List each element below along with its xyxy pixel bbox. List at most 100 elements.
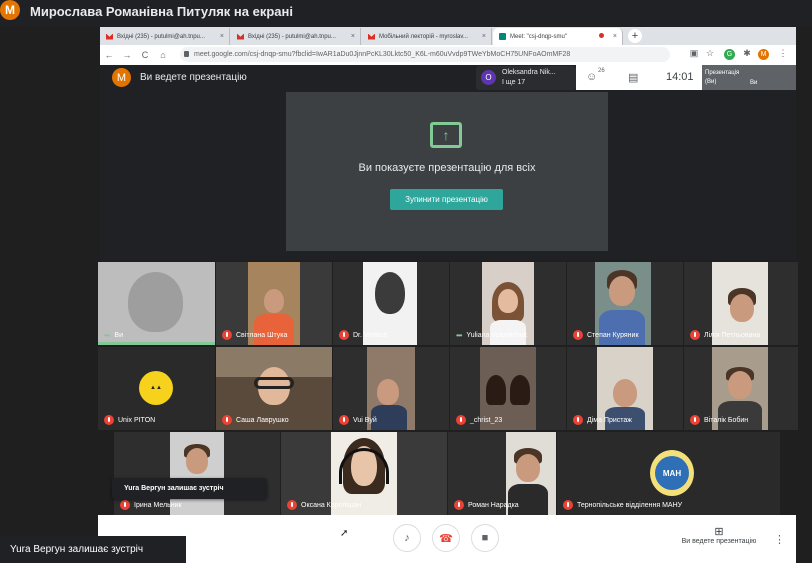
call-controls-bar: ♪ ☎ ■ ⊞ Ви ведете презентацію ⋮: [98, 515, 796, 563]
participant-name: Ви: [114, 332, 123, 339]
lock-icon: [184, 51, 189, 57]
participant-tile[interactable]: ••• Ви: [98, 262, 215, 345]
tab-gmail-1[interactable]: Вхідні (235) - putulmi@ah.tnpu... ×: [100, 28, 230, 45]
close-tab-icon[interactable]: ×: [613, 33, 617, 40]
gmail-icon: [106, 33, 113, 40]
microphone-button[interactable]: ♪: [393, 524, 421, 552]
recording-icon: [599, 33, 604, 38]
stop-presenting-button[interactable]: Зупинити презентацію: [390, 189, 503, 210]
participant-name: Світлана Штука: [236, 331, 288, 339]
participant-name: Степан Куряник: [587, 331, 639, 339]
close-tab-icon[interactable]: ×: [220, 33, 224, 40]
meet-icon: [499, 33, 506, 40]
close-tab-icon[interactable]: ×: [351, 33, 355, 40]
url-bar[interactable]: meet.google.com/csj-dnqp-smu?fbclid=IwAR…: [180, 47, 670, 62]
presentation-card: ↑ Ви показуєте презентацію для всіх Зупи…: [286, 92, 608, 251]
leave-notification: Yura Вергун залишає зустріч: [112, 478, 267, 499]
profile-icon[interactable]: M: [758, 49, 769, 60]
gmail-icon: [237, 33, 244, 40]
participant-name: _christ_23: [470, 416, 503, 424]
participant-tile[interactable]: Діма Пристаж: [567, 347, 683, 430]
participant-name: Роман Нарадка: [468, 501, 519, 509]
present-screen-icon: ↑: [430, 122, 462, 148]
leave-call-button[interactable]: ☎: [432, 524, 460, 552]
participant-tile[interactable]: Саша Лаврушко: [216, 347, 332, 430]
more-options-icon[interactable]: ⋮: [774, 533, 785, 546]
puzzle-icon[interactable]: ✱: [738, 48, 756, 59]
mic-off-icon: [573, 415, 583, 425]
participant-name: Оксана Коропішан: [301, 501, 362, 509]
thumb-label-you: (Ви): [705, 79, 717, 85]
participant-tile[interactable]: Ірина Мельник: [114, 432, 280, 515]
participant-name: Yuliana Voloshchuk: [466, 332, 528, 339]
tab-gmail-2[interactable]: Вхідні (235) - putulmi@ah.tnpu... ×: [231, 28, 361, 45]
mic-off-icon: [454, 500, 464, 510]
present-label: Ви ведете презентацію: [681, 538, 757, 545]
participant-tile[interactable]: ▲▲ Unix PITON: [98, 347, 215, 430]
camera-icon: ■: [481, 532, 489, 544]
home-icon[interactable]: ⌂: [154, 50, 172, 60]
tab-gmail-3[interactable]: Мобільний лекторій - myroslav... ×: [362, 28, 492, 45]
participant-name: Ірина Мельник: [134, 501, 182, 509]
meet-header: M Ви ведете презентацію O Oleksandra Nik…: [100, 65, 796, 90]
people-icon[interactable]: ☺: [586, 71, 597, 83]
mic-off-icon: [222, 330, 232, 340]
new-tab-button[interactable]: +: [628, 29, 642, 43]
camera-button[interactable]: ■: [471, 524, 499, 552]
pinned-participant[interactable]: O Oleksandra Nik... І ще 17: [476, 66, 576, 90]
url-text: meet.google.com/csj-dnqp-smu?fbclid=IwAR…: [194, 51, 571, 58]
meeting-clock: 14:01: [666, 71, 694, 83]
thumb-label-self: Ви: [750, 80, 758, 86]
browser-window: Вхідні (235) - putulmi@ah.tnpu... × Вхідн…: [100, 27, 796, 65]
mic-off-icon: [563, 500, 573, 510]
present-button[interactable]: ⊞ Ви ведете презентацію: [674, 525, 764, 545]
participant-tile[interactable]: Віталік Бобин: [684, 347, 798, 430]
back-icon[interactable]: ←: [100, 50, 118, 60]
participant-tile[interactable]: Світлана Штука: [216, 262, 332, 345]
gmail-icon: [368, 33, 375, 40]
mic-off-icon: [456, 415, 466, 425]
speaking-indicator-icon: •••: [456, 331, 462, 340]
mic-off-icon: [287, 500, 297, 510]
participant-tile[interactable]: Dr. Venaus: [333, 262, 449, 345]
participant-name: Віталік Бобин: [704, 416, 749, 424]
participant-tile[interactable]: _christ_23: [450, 347, 566, 430]
star-icon[interactable]: ☆: [701, 48, 719, 59]
header-actions: ☺ 26 ▤ 14:01: [576, 65, 706, 90]
participant-tile[interactable]: Лілія Петльована: [684, 262, 798, 345]
screen-share-title: Мирослава Романівна Питуляк на екрані: [30, 4, 293, 19]
participant-tile[interactable]: ••• Yuliana Voloshchuk: [450, 262, 566, 345]
participant-name: Vui Вуй: [353, 416, 377, 424]
reload-icon[interactable]: C: [136, 50, 154, 60]
participant-tile[interactable]: Степан Куряник: [567, 262, 683, 345]
participant-tile[interactable]: Оксана Коропішан: [281, 432, 447, 515]
user-avatar: M: [112, 68, 131, 87]
mic-off-icon: [339, 330, 349, 340]
mic-off-icon: [120, 500, 130, 510]
chat-icon[interactable]: ▤: [628, 71, 638, 84]
participant-name: Тернопільське відділення МАНУ: [577, 501, 683, 509]
self-presentation-thumbnail[interactable]: Презентація (Ви) Ви: [702, 65, 796, 90]
menu-icon[interactable]: ⋮: [774, 48, 792, 59]
tab-label: Вхідні (235) - putulmi@ah.tnpu...: [248, 33, 336, 40]
participant-more: І ще 17: [502, 79, 526, 86]
window-title-bar: M Мирослава Романівна Питуляк на екрані: [0, 0, 812, 26]
close-tab-icon[interactable]: ×: [482, 33, 486, 40]
thumb-label: Презентація: [705, 70, 740, 76]
participant-tile[interactable]: MAH Тернопільське відділення МАНУ: [557, 432, 780, 515]
participant-tile[interactable]: Роман Нарадка: [448, 432, 556, 515]
mic-off-icon: [222, 415, 232, 425]
tab-meet[interactable]: Meet: "csj-dnqp-smu" ×: [493, 28, 623, 45]
grammarly-icon[interactable]: G: [724, 49, 735, 60]
presenting-message: Ви показуєте презентацію для всіх: [358, 162, 536, 174]
speaking-indicator-icon: •••: [104, 331, 110, 340]
participant-tile[interactable]: Vui Вуй: [333, 347, 449, 430]
mic-off-icon: [339, 415, 349, 425]
participant-name: Лілія Петльована: [704, 331, 761, 339]
avatar: ▲▲: [139, 371, 173, 405]
participant-name: Діма Пристаж: [587, 416, 632, 424]
mic-off-icon: [573, 330, 583, 340]
people-count: 26: [598, 68, 605, 74]
forward-icon[interactable]: →: [118, 50, 136, 60]
participant-name: Unix PITON: [118, 416, 156, 424]
